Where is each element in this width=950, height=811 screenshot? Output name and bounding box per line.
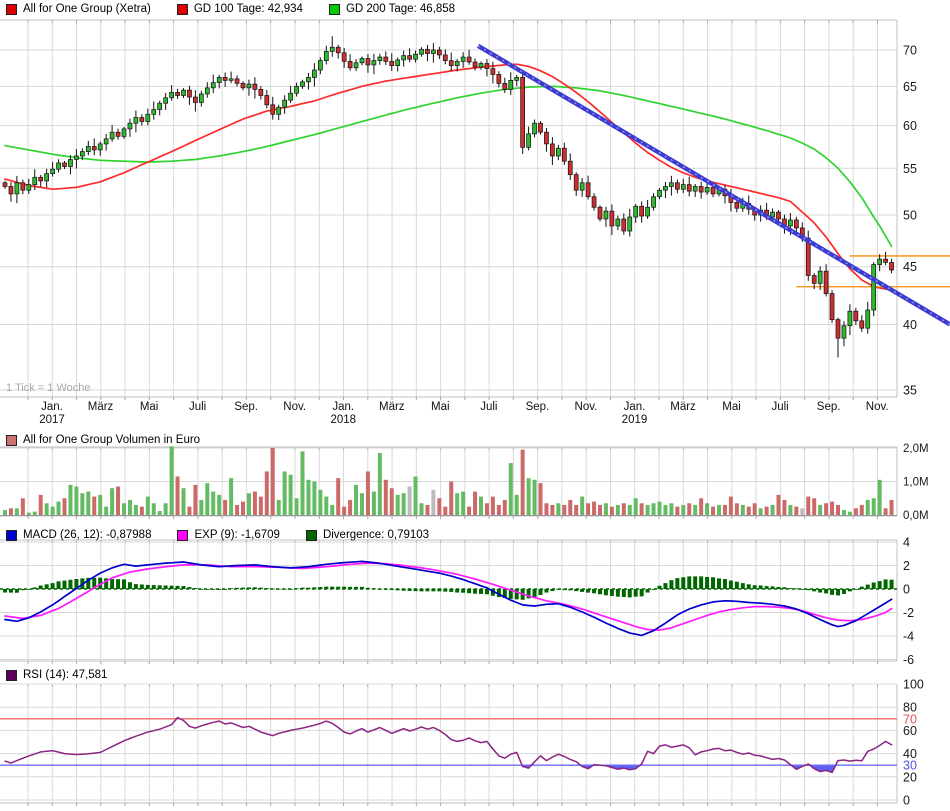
svg-text:Jan.: Jan. [41, 401, 63, 413]
svg-text:1,0M: 1,0M [903, 477, 929, 489]
macd-label: MACD (26, 12): -0,87988 [23, 529, 151, 541]
svg-text:Nov.: Nov. [283, 401, 306, 413]
price-legend: All for One Group (Xetra) GD 100 Tage: 4… [6, 3, 481, 15]
divergence-legend-item: Divergence: 0,79103 [306, 529, 429, 541]
chart-canvas: 70656055504540351 Tick = 1 WocheJan.2017… [0, 0, 950, 811]
rsi-legend: RSI (14): 47,581 [6, 669, 133, 681]
svg-text:Nov.: Nov. [575, 401, 598, 413]
svg-text:Jan.: Jan. [332, 401, 354, 413]
gd200-swatch-icon [329, 4, 340, 15]
rsi-swatch-icon [6, 670, 17, 681]
svg-text:45: 45 [903, 260, 917, 274]
svg-text:Juli: Juli [189, 401, 206, 413]
gd200-label: GD 200 Tage: 46,858 [346, 3, 455, 15]
svg-text:2: 2 [903, 559, 910, 573]
svg-text:0,0M: 0,0M [903, 510, 929, 522]
svg-text:Mai: Mai [140, 401, 159, 413]
svg-text:Nov.: Nov. [866, 401, 889, 413]
price-series-label: All for One Group (Xetra) [23, 3, 151, 15]
svg-text:Juli: Juli [771, 401, 788, 413]
svg-text:100: 100 [903, 678, 924, 692]
svg-text:50: 50 [903, 209, 917, 223]
svg-text:2,0M: 2,0M [903, 443, 929, 455]
svg-text:März: März [88, 401, 114, 413]
volume-swatch-icon [6, 435, 17, 446]
divergence-swatch-icon [306, 530, 317, 541]
stock-chart-widget: All for One Group (Xetra) GD 100 Tage: 4… [0, 0, 950, 811]
svg-text:2018: 2018 [330, 414, 356, 426]
svg-text:-4: -4 [903, 630, 914, 644]
svg-text:-6: -6 [903, 653, 914, 667]
svg-text:Sep.: Sep. [526, 401, 550, 413]
svg-text:20: 20 [903, 770, 917, 784]
svg-text:4: 4 [903, 536, 910, 550]
gd200-legend-item: GD 200 Tage: 46,858 [329, 3, 455, 15]
macd-legend: MACD (26, 12): -0,87988 EXP (9): -1,6709… [6, 529, 455, 541]
gd100-label: GD 100 Tage: 42,934 [194, 3, 303, 15]
volume-legend-item: All for One Group Volumen in Euro [6, 434, 200, 446]
svg-text:2017: 2017 [39, 414, 65, 426]
svg-text:Juli: Juli [480, 401, 497, 413]
svg-text:Sep.: Sep. [817, 401, 841, 413]
svg-text:Mai: Mai [722, 401, 741, 413]
svg-text:Mai: Mai [431, 401, 450, 413]
svg-text:60: 60 [903, 724, 917, 738]
price-series-swatch-icon [6, 4, 17, 15]
svg-text:55: 55 [903, 162, 917, 176]
svg-text:Jan.: Jan. [624, 401, 646, 413]
svg-text:0: 0 [903, 583, 910, 597]
svg-text:Sep.: Sep. [234, 401, 258, 413]
svg-text:0: 0 [903, 794, 910, 808]
rsi-legend-item: RSI (14): 47,581 [6, 669, 107, 681]
volume-label: All for One Group Volumen in Euro [23, 434, 200, 446]
svg-text:35: 35 [903, 383, 917, 397]
rsi-label: RSI (14): 47,581 [23, 669, 107, 681]
gd100-swatch-icon [177, 4, 188, 15]
price-series-legend-item: All for One Group (Xetra) [6, 3, 151, 15]
macd-swatch-icon [6, 530, 17, 541]
volume-legend: All for One Group Volumen in Euro [6, 434, 226, 446]
svg-text:40: 40 [903, 318, 917, 332]
exp-label: EXP (9): -1,6709 [194, 529, 279, 541]
svg-text:März: März [670, 401, 696, 413]
macd-legend-item: MACD (26, 12): -0,87988 [6, 529, 151, 541]
exp-swatch-icon [177, 530, 188, 541]
svg-text:70: 70 [903, 44, 917, 58]
exp-legend-item: EXP (9): -1,6709 [177, 529, 279, 541]
svg-text:65: 65 [903, 80, 917, 94]
svg-text:-2: -2 [903, 606, 914, 620]
svg-text:2019: 2019 [622, 414, 648, 426]
svg-text:1 Tick = 1 Woche: 1 Tick = 1 Woche [6, 382, 90, 394]
svg-text:60: 60 [903, 119, 917, 133]
gd100-legend-item: GD 100 Tage: 42,934 [177, 3, 303, 15]
svg-text:März: März [379, 401, 405, 413]
divergence-label: Divergence: 0,79103 [323, 529, 429, 541]
